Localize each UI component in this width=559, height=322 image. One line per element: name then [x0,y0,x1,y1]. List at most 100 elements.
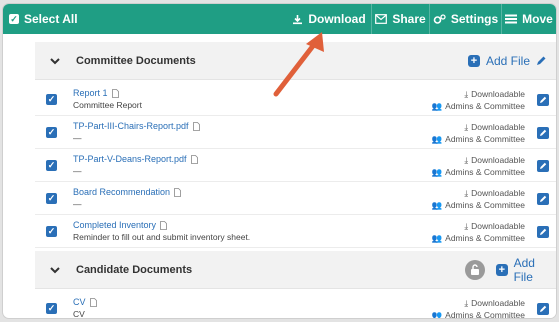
document-icon [89,297,97,307]
access-level: Admins & Committee [445,134,525,144]
file-meta: ⤓ Downloadable 👥 Admins & Committee [432,121,525,145]
list-item: ✓ CV CV ⤓ Downloadable 👥 Admins & Committe… [35,293,556,318]
download-small-icon: ⤓ [464,155,469,165]
file-link[interactable]: CV [73,297,97,307]
file-link[interactable]: Report 1 [73,88,119,98]
file-link[interactable]: TP-Part-V-Deans-Report.pdf [73,154,198,164]
pencil-icon [540,305,547,312]
users-icon: 👥 [431,310,443,318]
file-description: — [73,133,82,143]
document-icon [111,88,119,98]
download-small-icon: ⤓ [464,188,469,198]
chevron-down-icon[interactable] [49,55,61,67]
pencil-icon [540,228,547,235]
file-meta: ⤓ Downloadable 👥 Admins & Committee [432,88,525,112]
settings-button[interactable]: Settings [429,4,501,34]
row-checkbox[interactable]: ✓ [46,127,57,138]
row-checkbox[interactable]: ✓ [46,303,57,314]
file-title: Completed Inventory [73,220,157,230]
select-all-checkbox[interactable]: ✓ Select All [9,4,78,34]
access-level: Admins & Committee [445,167,525,177]
download-status: Downloadable [471,298,525,308]
pencil-icon [540,96,547,103]
share-button[interactable]: Share [371,4,429,34]
document-icon [160,220,167,230]
file-link[interactable]: Completed Inventory [73,220,167,230]
pencil-icon [540,195,547,202]
edit-file-button[interactable] [537,160,549,172]
file-link[interactable]: TP-Part-III-Chairs-Report.pdf [73,121,200,131]
row-checkbox[interactable]: ✓ [46,160,57,171]
download-small-icon: ⤓ [464,298,469,308]
list-item: ✓ Board Recommendation — ⤓ Downloadable 👥… [35,183,556,215]
download-small-icon: ⤓ [464,221,469,231]
file-meta: ⤓ Downloadable 👥 Admins & Committee [432,154,525,178]
document-icon [192,121,200,131]
users-icon: 👥 [431,233,443,243]
move-icon [505,14,518,24]
move-label: Move [522,12,553,26]
file-description: Reminder to fill out and submit inventor… [73,232,251,242]
add-file-label: Add File [513,256,535,284]
access-level: Admins & Committee [445,101,525,111]
section-title: Committee Documents [76,55,196,67]
access-level: Admins & Committee [445,233,525,243]
file-title: Board Recommendation [73,187,171,197]
users-icon: 👥 [431,134,443,144]
users-icon: 👥 [431,200,443,210]
unlock-icon[interactable] [465,260,485,280]
download-label: Download [308,12,366,26]
download-small-icon: ⤓ [464,89,469,99]
edit-file-button[interactable] [537,193,549,205]
file-title: TP-Part-V-Deans-Report.pdf [73,154,187,164]
file-description: Committee Report [73,100,142,110]
document-icon [174,187,181,197]
settings-label: Settings [450,12,499,26]
edit-section-pencil-icon[interactable] [535,55,547,67]
edit-file-button[interactable] [537,127,549,139]
download-status: Downloadable [471,122,525,132]
users-icon: 👥 [431,167,443,177]
annotation-arrow-icon [273,32,324,97]
gears-icon [433,13,446,24]
row-checkbox[interactable]: ✓ [46,94,57,105]
share-label: Share [392,12,426,26]
file-meta: ⤓ Downloadable 👥 Admins & Committee [432,187,525,211]
file-meta: ⤓ Downloadable 👥 Admins & Committee [432,297,525,318]
file-title: Report 1 [73,88,108,98]
file-description: — [73,166,82,176]
add-file-button[interactable]: + Add File [496,251,556,289]
pencil-icon [540,162,547,169]
document-icon [190,154,198,164]
edit-file-button[interactable] [537,303,549,315]
chevron-down-icon[interactable] [49,264,61,276]
plus-icon: + [468,55,480,67]
download-small-icon: ⤓ [464,122,469,132]
edit-file-button[interactable] [537,94,549,106]
file-link[interactable]: Board Recommendation [73,187,181,197]
download-status: Downloadable [471,89,525,99]
add-file-label: Add File [486,54,531,68]
file-title: TP-Part-III-Chairs-Report.pdf [73,121,189,131]
add-file-button[interactable]: + Add File [468,42,530,80]
move-button[interactable]: Move [501,4,556,34]
download-icon [293,14,303,24]
access-level: Admins & Committee [445,200,525,210]
section-header-candidate-documents: Candidate Documents + Add File [35,251,556,289]
checkbox-checked-icon: ✓ [9,14,19,24]
file-title: CV [73,297,86,307]
list-item: ✓ Completed Inventory Reminder to fill o… [35,216,556,248]
row-checkbox[interactable]: ✓ [46,226,57,237]
access-level: Admins & Committee [445,310,525,318]
list-item: ✓ TP-Part-III-Chairs-Report.pdf — ⤓ Downl… [35,117,556,149]
plus-icon: + [496,264,508,276]
download-status: Downloadable [471,188,525,198]
download-status: Downloadable [471,155,525,165]
file-description: — [73,199,82,209]
file-description: CV [73,309,85,318]
edit-file-button[interactable] [537,226,549,238]
list-item: ✓ TP-Part-V-Deans-Report.pdf — ⤓ Download… [35,150,556,182]
row-checkbox[interactable]: ✓ [46,193,57,204]
envelope-icon [375,14,388,24]
download-status: Downloadable [471,221,525,231]
